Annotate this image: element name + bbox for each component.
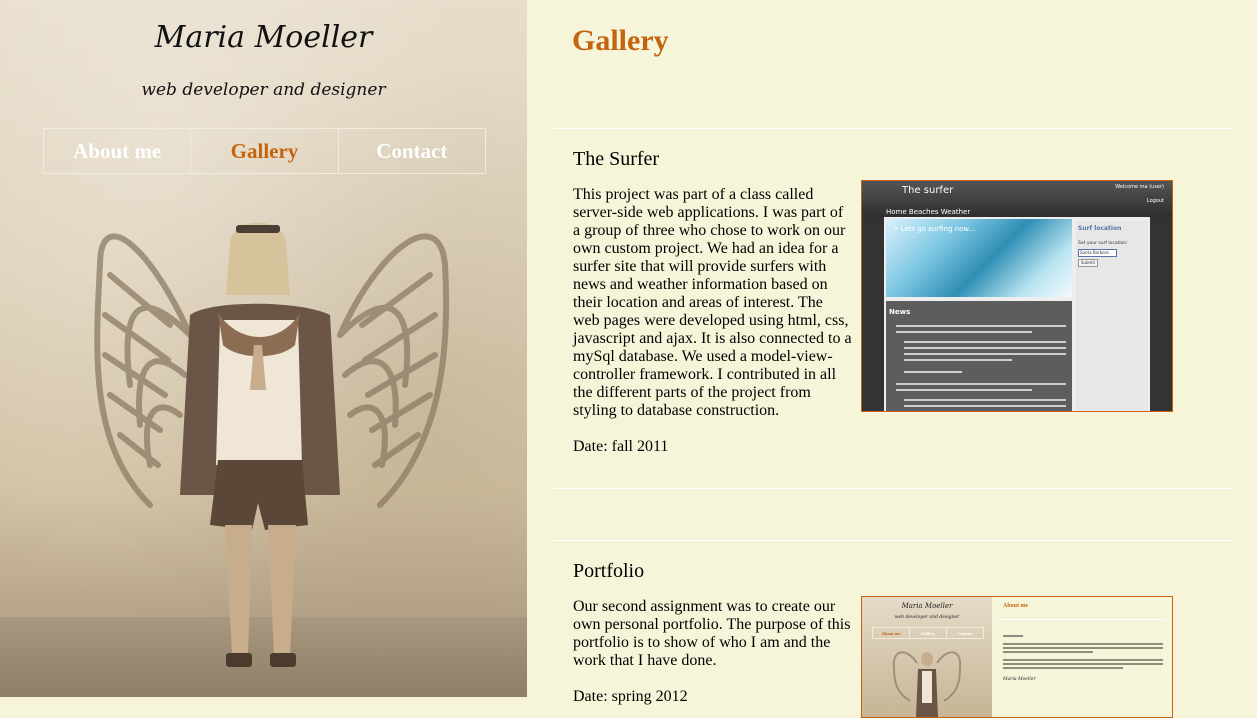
thumb-news: News [886,301,1072,411]
thumb-content: About me Maria Moeller [992,597,1172,717]
sidebar: Maria Moeller web developer and designer… [0,0,527,697]
thumb-submit-button: Submit [1078,259,1098,267]
thumb-body: » Lets go surfing now... News Surf locat… [884,217,1150,411]
divider [552,540,1232,541]
divider [552,128,1232,129]
thumb-text-line [904,371,962,373]
thumb-side-label: Set your surf location: [1078,241,1128,246]
thumb-logout: Logout [1146,198,1164,204]
nav-contact[interactable]: Contact [339,129,485,173]
project-description: This project was part of a class called … [573,186,852,419]
project-date: Date: fall 2011 [573,438,669,455]
thumb-text-line [1003,663,1163,665]
thumb-text-line [1003,635,1023,637]
divider [552,488,1232,489]
thumb-news-heading: News [889,308,911,316]
portfolio-screenshot-thumbnail[interactable]: Maria Moeller web developer and designer… [861,596,1173,718]
thumb-menu: Home Beaches Weather [886,208,971,216]
thumb-text-line [1003,667,1123,669]
profile-photo [94,222,450,667]
thumb-banner-text: » Lets go surfing now... [894,225,976,233]
thumb-text-line [1003,651,1093,653]
thumb-nav: About me Gallery Contact [872,627,984,639]
thumb-welcome: Welcome ma (user) [1115,184,1164,190]
site-tagline: web developer and designer [141,80,386,100]
thumb-text-line [904,359,1012,361]
thumb-name: Maria Moeller [901,602,953,610]
thumb-site-title: The surfer [902,185,954,196]
thumb-divider [998,619,1166,620]
thumb-text-line [896,389,1032,391]
thumb-text-line [896,383,1066,385]
thumb-location-select: Santa Barbara [1078,249,1117,257]
thumb-header: The surfer Welcome ma (user) Logout Home… [862,181,1172,217]
site-owner-name: Maria Moeller [154,20,373,55]
thumb-text-line [1003,643,1163,645]
thumb-heading: About me [1003,603,1029,609]
thumb-text-line [896,325,1066,327]
project-portfolio: Portfolio Our second assignment was to c… [573,560,1183,718]
project-description: Our second assignment was to create our … [573,598,851,669]
project-title: Portfolio [573,560,645,582]
nav-gallery[interactable]: Gallery [191,129,339,173]
thumb-sidebar: Maria Moeller web developer and designer… [862,597,992,717]
thumb-text-line [896,331,1032,333]
main-content: Gallery The Surfer This project was part… [527,0,1257,718]
main-nav: About me Gallery Contact [43,128,486,174]
thumb-side-title: Surf location [1078,225,1122,232]
thumb-text-line [1003,647,1163,649]
thumb-nav-gallery: Gallery [910,628,947,638]
thumb-wave-banner: » Lets go surfing now... [886,219,1072,297]
thumb-tagline: web developer and designer [894,615,960,620]
thumb-text-line [904,341,1066,343]
thumb-text-line [904,353,1066,355]
thumb-text-line [904,399,1066,401]
nav-about-me[interactable]: About me [44,129,192,173]
thumb-sidebar: Surf location Set your surf location: Sa… [1076,221,1148,411]
thumb-nav-about: About me [873,628,910,638]
project-surfer: The Surfer This project was part of a cl… [573,148,1183,456]
thumb-text-line [904,405,1066,407]
thumb-signature: Maria Moeller [1003,677,1036,682]
thumb-photo [892,651,962,717]
thumb-text-line [904,347,1066,349]
project-title: The Surfer [573,148,660,170]
surfer-screenshot-thumbnail[interactable]: The surfer Welcome ma (user) Logout Home… [861,180,1173,412]
thumb-text-line [1003,659,1163,661]
thumb-nav-contact: Contact [957,630,973,636]
page-title: Gallery [572,24,669,57]
